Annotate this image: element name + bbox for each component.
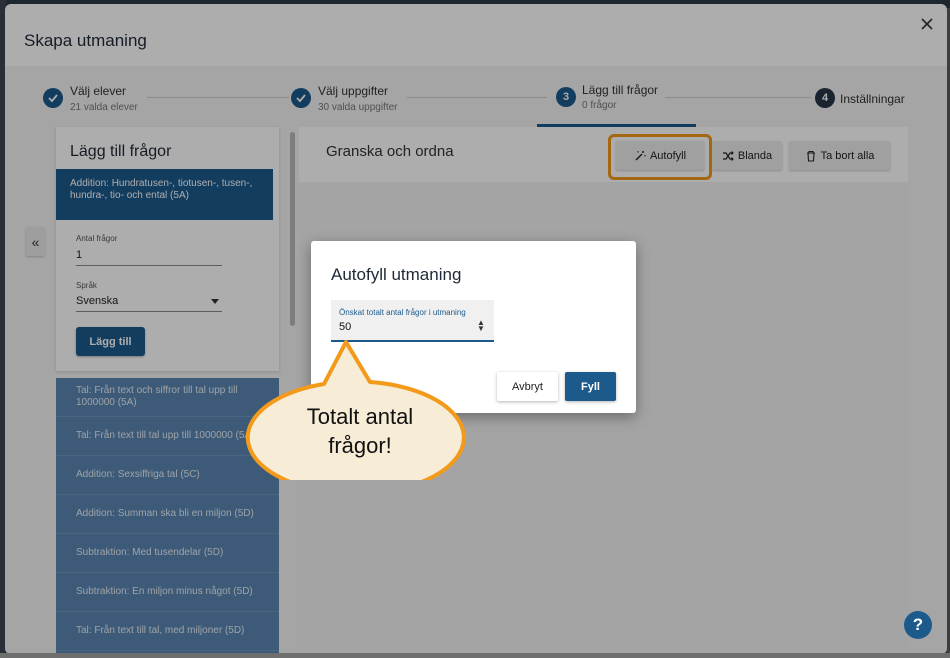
callout-text: Totalt antal frågor! [252, 402, 468, 460]
question-count-label: Önskat totalt antal frågor i utmaning [339, 308, 466, 317]
help-icon[interactable]: ? [904, 611, 932, 639]
callout-line-2: frågor! [328, 433, 392, 458]
fill-button[interactable]: Fyll [565, 372, 616, 401]
question-count-input[interactable]: 50 [339, 321, 351, 333]
number-stepper-icon[interactable]: ▲ ▼ [477, 319, 485, 333]
callout-line-1: Totalt antal [306, 404, 414, 429]
cancel-button[interactable]: Avbryt [497, 372, 558, 401]
question-count-field[interactable]: Önskat totalt antal frågor i utmaning 50… [331, 300, 494, 342]
bottom-strip [0, 653, 950, 658]
modal-title: Autofyll utmaning [331, 265, 462, 284]
